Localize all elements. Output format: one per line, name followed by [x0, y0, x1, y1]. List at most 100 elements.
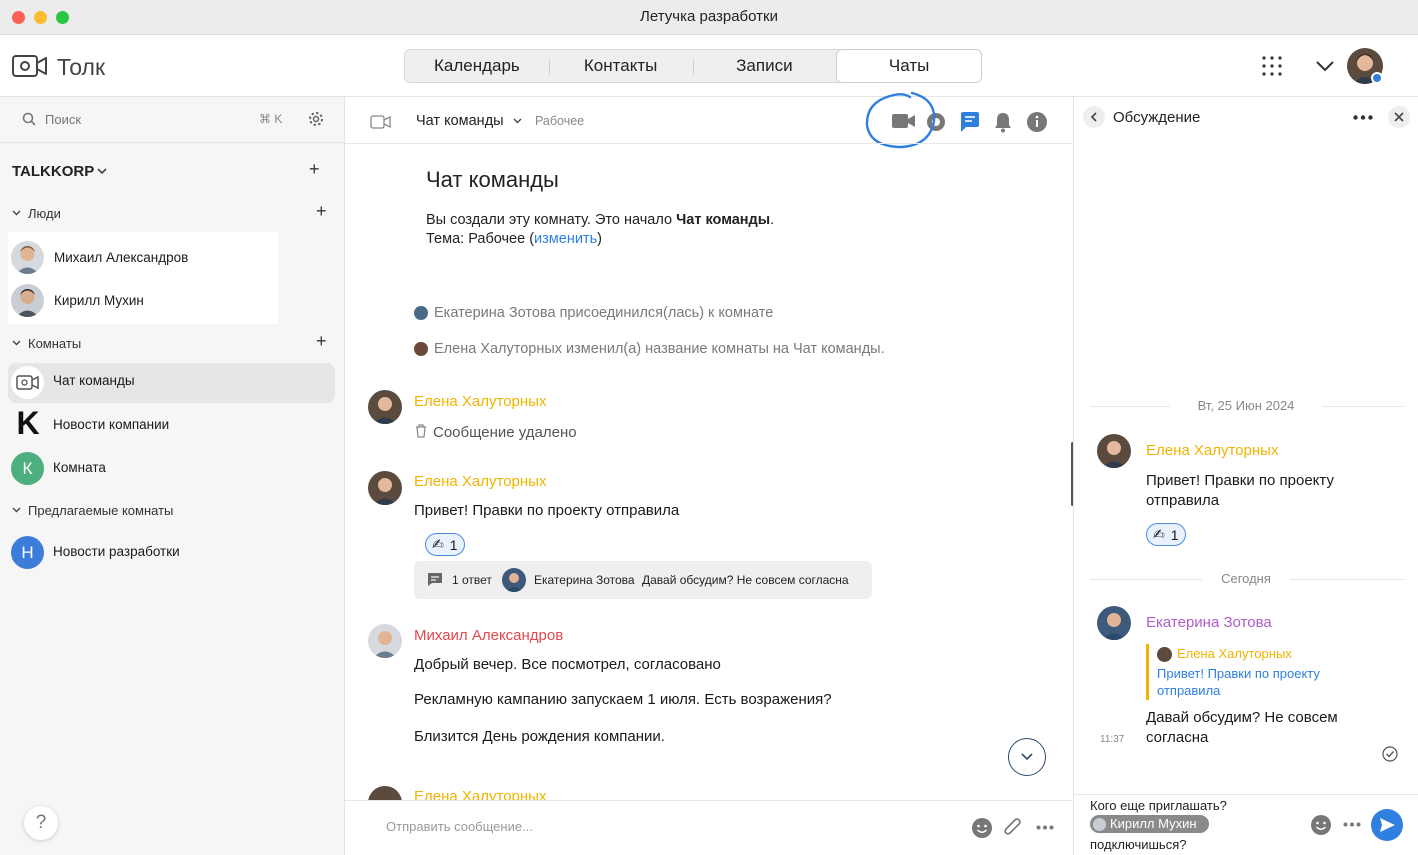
- more-icon[interactable]: [1343, 822, 1361, 827]
- online-status-badge: [1371, 72, 1383, 84]
- threads-icon[interactable]: [959, 111, 981, 133]
- date-separator-line: [1090, 406, 1170, 407]
- search-shortcut: ⌘ K: [259, 112, 283, 126]
- reaction-pill[interactable]: ✍ 1: [1146, 523, 1186, 546]
- sidebar-item-mikhail[interactable]: Михаил Александров: [54, 250, 188, 265]
- date-separator: Сегодня: [1221, 571, 1271, 586]
- change-topic-link[interactable]: изменить: [534, 231, 597, 247]
- avatar[interactable]: [368, 786, 402, 801]
- quote-text[interactable]: Привет! Правки по проекту отправила: [1157, 665, 1357, 699]
- thread-author: Екатерина Зотова: [534, 573, 635, 587]
- reaction-emoji: ✍: [1153, 526, 1165, 542]
- tab-records[interactable]: Записи: [692, 50, 837, 82]
- thread-preview: Давай обсудим? Не совсем согласна: [642, 573, 849, 587]
- emoji-icon[interactable]: [971, 817, 993, 839]
- chevron-down-icon[interactable]: [12, 340, 21, 346]
- room-avatar: Н: [11, 536, 44, 569]
- sidebar-item-dev-news[interactable]: Новости разработки: [53, 544, 180, 559]
- avatar: [414, 306, 428, 320]
- more-icon[interactable]: [1353, 115, 1373, 120]
- chevron-down-icon[interactable]: [12, 507, 21, 513]
- reaction-emoji: ✍: [432, 536, 444, 552]
- bell-icon[interactable]: [993, 111, 1013, 133]
- sidebar-item-company-news[interactable]: Новости компании: [53, 417, 169, 432]
- app-name: Толк: [57, 54, 106, 80]
- avatar: [1157, 647, 1172, 662]
- search-icon: [22, 112, 36, 126]
- divider: [345, 800, 1073, 801]
- back-button[interactable]: [1083, 106, 1105, 128]
- deleted-message: Сообщение удалено: [433, 424, 577, 441]
- divider: [345, 143, 1073, 144]
- gear-icon[interactable]: [308, 111, 324, 127]
- add-person-button[interactable]: +: [316, 201, 327, 222]
- chevron-down-icon[interactable]: [97, 168, 107, 175]
- window-title: Летучка разработки: [640, 8, 778, 25]
- chevron-down-icon[interactable]: [513, 118, 522, 124]
- avatar[interactable]: [1097, 606, 1131, 640]
- sidebar-item-room[interactable]: Комната: [53, 460, 106, 475]
- room-topic-text: Тема: Рабочее (изменить): [426, 231, 602, 247]
- chevron-down-icon[interactable]: [12, 210, 21, 216]
- send-button[interactable]: [1371, 809, 1403, 841]
- avatar[interactable]: [1097, 434, 1131, 468]
- message-text: Добрый вечер. Все посмотрел, согласовано: [414, 656, 721, 673]
- room-event: Елена Халуторных изменил(а) название ком…: [434, 341, 885, 357]
- section-suggested-rooms[interactable]: Предлагаемые комнаты: [28, 503, 173, 518]
- chat-topic: Рабочее: [535, 114, 585, 128]
- message-input[interactable]: Отправить сообщение...: [386, 819, 533, 834]
- message-author[interactable]: Екатерина Зотова: [1146, 614, 1272, 631]
- tab-calendar[interactable]: Календарь: [405, 50, 549, 82]
- more-icon[interactable]: [1036, 825, 1054, 830]
- section-people[interactable]: Люди: [28, 206, 61, 221]
- message-text: Близится День рождения компании.: [414, 728, 665, 745]
- room-intro-title: Чат команды: [426, 167, 559, 192]
- thread-panel: Обсуждение Вт, 25 Июн 2024 Елена Халутор…: [1073, 97, 1418, 855]
- message-author[interactable]: Елена Халуторных: [414, 393, 546, 410]
- search-input[interactable]: Поиск: [45, 112, 81, 127]
- chevron-left-icon: [1090, 112, 1097, 122]
- mention-pill[interactable]: Кирилл Мухин: [1090, 815, 1209, 833]
- scroll-down-button[interactable]: [1008, 738, 1046, 776]
- sidebar-item-kirill[interactable]: Кирилл Мухин: [54, 293, 144, 308]
- chevron-down-icon: [1021, 753, 1033, 761]
- info-icon[interactable]: [1026, 111, 1048, 133]
- thread-message-input[interactable]: Кого еще приглашать? Кирилл Мухин подклю…: [1090, 797, 1310, 854]
- chevron-down-icon[interactable]: [1315, 60, 1335, 72]
- attach-icon[interactable]: [1003, 816, 1023, 838]
- room-avatar: [11, 366, 44, 399]
- chat-title[interactable]: Чат команды: [416, 113, 504, 129]
- close-thread-button[interactable]: [1388, 106, 1410, 128]
- sidebar: Поиск ⌘ K TALKKORP + Люди + Михаил Алекс…: [0, 97, 345, 855]
- quote-bar: [1146, 644, 1149, 700]
- section-rooms[interactable]: Комнаты: [28, 336, 81, 351]
- message-author[interactable]: Михаил Александров: [414, 627, 563, 644]
- annotation-circle: [865, 91, 936, 149]
- thread-panel-title: Обсуждение: [1113, 109, 1201, 126]
- avatar[interactable]: [368, 471, 402, 505]
- emoji-icon[interactable]: [1310, 814, 1332, 836]
- add-workspace-button[interactable]: +: [309, 159, 320, 180]
- tab-chats[interactable]: Чаты: [836, 49, 982, 83]
- apps-grid-icon[interactable]: [1261, 55, 1283, 77]
- quote-author: Елена Халуторных: [1177, 646, 1292, 661]
- room-avatar: К: [11, 452, 44, 485]
- avatar[interactable]: [368, 390, 402, 424]
- close-icon: [1394, 112, 1404, 122]
- message-text: Привет! Правки по проекту отправила: [1146, 472, 1334, 509]
- avatar[interactable]: [368, 624, 402, 658]
- reaction-pill[interactable]: ✍ 1: [425, 533, 465, 556]
- window-titlebar: Летучка разработки: [0, 0, 1418, 35]
- message-text: Давай обсудим? Не совсем согласна: [1146, 709, 1338, 746]
- chat-pane: Чат команды Рабочее Чат команды Вы созда…: [345, 91, 1074, 855]
- message-author[interactable]: Елена Халуторных: [414, 473, 546, 490]
- trash-icon: [416, 424, 426, 438]
- thread-icon: [428, 573, 442, 586]
- tab-contacts[interactable]: Контакты: [548, 50, 693, 82]
- workspace-name[interactable]: TALKKORP: [12, 163, 94, 180]
- help-button[interactable]: ?: [24, 806, 58, 840]
- message-author[interactable]: Елена Халуторных: [1146, 442, 1278, 459]
- sidebar-item-label: Чат команды: [53, 373, 135, 388]
- message-partial: Елена Халуторных: [345, 777, 1073, 801]
- add-room-button[interactable]: +: [316, 331, 327, 352]
